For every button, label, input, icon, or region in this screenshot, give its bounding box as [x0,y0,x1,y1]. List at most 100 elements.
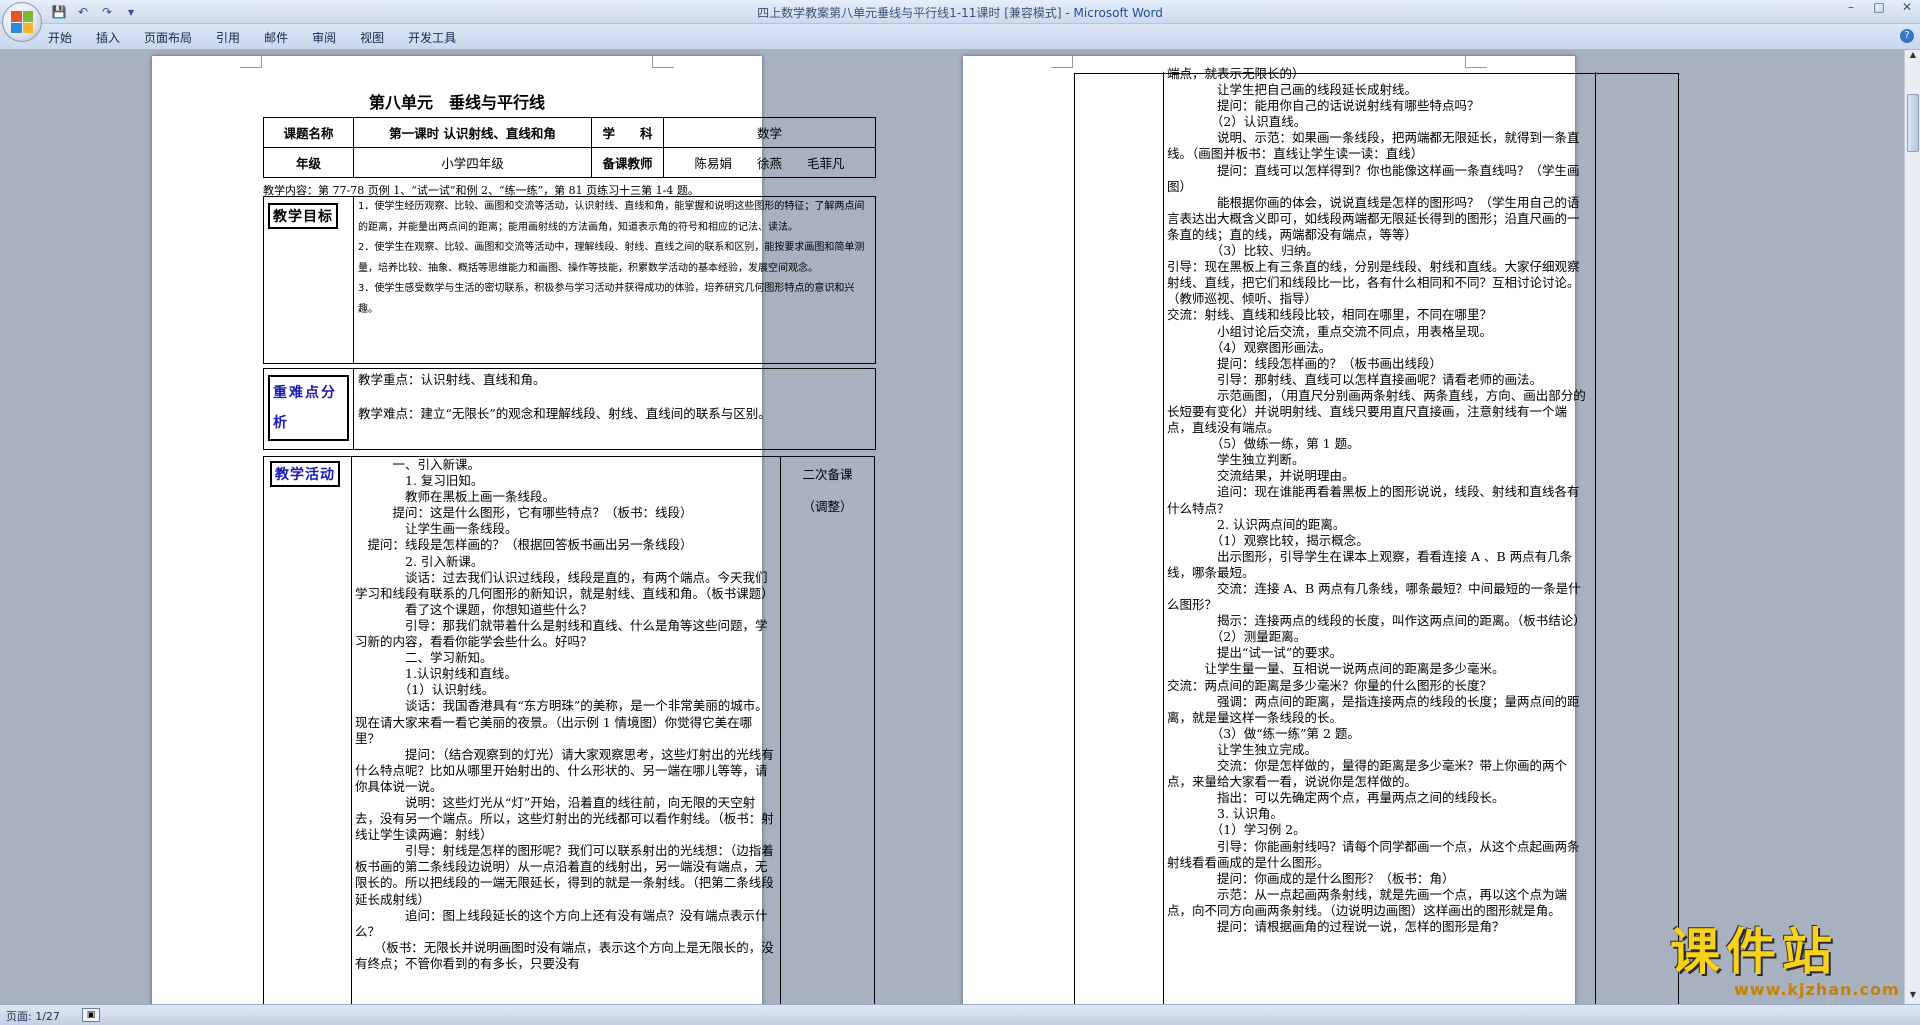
tab-3[interactable]: 引用 [216,29,240,46]
goal-item: 3．使学生感受数学与生活的密切联系，积极参与学习活动并获得成功的体验，培养研究几… [358,283,855,315]
title-separator: - [1061,6,1074,20]
table-divider [1163,72,1164,1004]
tab-0[interactable]: 开始 [48,29,72,46]
paragraph: 提问：（结合观察到的灯光）请大家观察思考，这些灯射出的光线有什么特点呢？比如从哪… [355,746,774,794]
teachers-value[interactable]: 陈易娟 徐燕 毛菲凡 [663,147,876,178]
paragraph: 一、引入新课。 [355,457,481,472]
paragraph: （5）做练一练，第 1 题。 [1167,436,1360,452]
minimize-button[interactable]: – [1842,0,1860,14]
focus-label: 重难点分析 [268,375,349,441]
page-1: 第八单元 垂线与平行线 课题名称 第一课时 认识射线、直线和角 学 科 数学 年… [152,56,876,1004]
grade-value[interactable]: 小学四年级 [353,147,592,178]
title-bar: 💾 ↶ ↷ ▾ 四上数学教案第八单元垂线与平行线1-11课时 [兼容模式] - … [0,0,1920,24]
paragraph: 让学生量一量、互相说一说两点间的距离是多少毫米。 [1167,661,1505,677]
paragraph: 1. 复习旧知。 [355,473,484,489]
window-controls: – □ ✕ [1842,0,1916,14]
paragraph: （2）测量距离。 [1167,629,1307,645]
goal-item: 1．使学生经历观察、比较、画图和交流等活动，认识射线、直线和角，能掌握和说明这些… [358,201,865,233]
office-button[interactable] [2,2,42,42]
focus-key: 教学重点：认识射线、直线和角。 [358,372,546,387]
paragraph: 说明、示范：如果画一条线段，把两端都无限延长，就得到一条直线。（画图并板书：直线… [1167,130,1580,162]
paragraph: 让学生独立完成。 [1167,741,1318,757]
status-bar: 页面: 1/27 ▣ [0,1004,1920,1025]
paragraph: 端点，就表示无限长的） [1167,66,1305,81]
tab-2[interactable]: 页面布局 [144,29,192,46]
lesson-info-table: 课题名称 第一课时 认识射线、直线和角 学 科 数学 年级 小学四年级 备课教师… [263,117,876,178]
focus-difficulty: 教学难点：建立“无限长”的观念和理解线段、射线、直线间的联系与区别。 [358,406,771,421]
activity-table-continued: 端点，就表示无限长的） 让学生把自己画的线段延长成射线。 提问：能用你自己的话说… [1074,66,1679,1004]
paragraph: 3. 认识角。 [1167,806,1283,822]
proofing-icon[interactable]: ▣ [82,1008,100,1022]
scroll-up-icon[interactable]: ▲ [1905,50,1920,64]
goal-item: 2．使学生在观察、比较、画图和交流等活动中，理解线段、射线、直线之间的联系和区别… [358,242,865,274]
activity-text-continued[interactable]: 端点，就表示无限长的） 让学生把自己画的线段延长成射线。 提问：能用你自己的话说… [1165,66,1593,998]
revision-notes[interactable]: 二次备课 （调整） [780,457,874,1004]
paragraph: 1.认识射线和直线。 [355,666,517,682]
goals-text[interactable]: 1．使学生经历观察、比较、画图和交流等活动，认识射线、直线和角，能掌握和说明这些… [354,197,875,363]
tab-5[interactable]: 审阅 [312,29,336,46]
paragraph: 交流：连接 A、B 两点有几条线，哪条最短？中间最短的一条是什么图形？ [1167,581,1581,613]
paragraph: 提问：你画成的是什么图形？（板书：角） [1167,870,1455,886]
paragraph: 示范画图，（用直尺分别画两条射线、两条直线，方向、画出部分的长短要有变化）并说明… [1167,387,1586,436]
paragraph: 提出“试一试”的要求。 [1167,645,1343,661]
teachers-label: 备课教师 [591,147,664,178]
focus-text[interactable]: 教学重点：认识射线、直线和角。 教学难点：建立“无限长”的观念和理解线段、射线、… [354,369,875,449]
close-button[interactable]: ✕ [1898,0,1916,14]
tab-4[interactable]: 邮件 [264,29,288,46]
paragraph: 2. 引入新课。 [355,553,484,569]
paragraph: （板书：无限长并说明画图时没有端点，表示这个方向上是无限长的，没有终点；不管你看… [355,939,774,971]
course-name[interactable]: 第一课时 认识射线、直线和角 [353,117,592,148]
paragraph: 揭示：连接两点的线段的长度，叫作这两点间的距离。（板书结论） [1167,613,1586,629]
paragraph: 引导：你能画射线吗？请每个同学都画一个点，从这个点起画两条射线看看画成的是什么图… [1167,838,1580,870]
paragraph: 指出：可以先确定两个点，再量两点之间的线段长。 [1167,790,1505,806]
paragraph: 说明：这些灯光从“灯”开始，沿着直的线往前，向无限的天空射去，没有另一个端点。所… [355,794,774,843]
paragraph: 看了这个课题，你想知道些什么？ [355,601,593,617]
vertical-scrollbar[interactable]: ▲ ▼ [1904,50,1920,1004]
help-icon[interactable]: ? [1900,29,1914,43]
paragraph: 强调：两点间的距离，是指连接两点的线段的长度；量两点间的距离，就是量这样一条线段… [1167,693,1580,725]
paragraph: （1）认识射线。 [355,682,495,698]
paragraph: 交流结果，并说明理由。 [1167,468,1355,484]
paragraph: 小组讨论后交流，重点交流不同点，用表格呈现。 [1167,323,1493,339]
page-counter[interactable]: 页面: 1/27 [6,1008,60,1024]
subject-label: 学 科 [591,117,664,148]
watermark-url: www.kjzhan.com [1734,980,1900,999]
paragraph: 提问：直线可以怎样得到？你也能像这样画一条直线吗？（学生画图） [1167,162,1580,194]
paragraph: 出示图形，引导学生在课本上观察，看看连接 A 、B 两点有几条线，哪条最短。 [1167,548,1573,580]
page-2: 端点，就表示无限长的） 让学生把自己画的线段延长成射线。 提问：能用你自己的话说… [963,56,1679,1004]
paragraph: 提问：线段是怎样画的？（根据回答板书画出另一条线段） [355,537,693,553]
subject-value[interactable]: 数学 [663,117,876,148]
focus-table: 重难点分析 教学重点：认识射线、直线和角。 教学难点：建立“无限长”的观念和理解… [263,368,876,450]
paragraph: 二、学习新知。 [355,650,493,666]
page-corner-mark [652,56,674,68]
scrollbar-thumb[interactable] [1907,94,1919,152]
tab-7[interactable]: 开发工具 [408,29,456,46]
tab-1[interactable]: 插入 [96,29,120,46]
paragraph: 追问：现在谁能再看着黑板上的图形说说，线段、射线和直线各有什么特点？ [1167,484,1580,516]
paragraph: 2. 认识两点间的距离。 [1167,516,1346,532]
document-name: 四上数学教案第八单元垂线与平行线1-11课时 [兼容模式] [757,6,1062,20]
paragraph: 交流：你是怎样做的，量得的距离是多少毫米？带上你画的两个点，来量给大家看一看，说… [1167,758,1568,790]
tab-list: 开始 插入 页面布局 引用 邮件 审阅 视图 开发工具 [48,29,480,46]
paragraph: 交流：两点间的距离是多少毫米？你量的什么图形的长度？ [1167,677,1493,693]
restore-button[interactable]: □ [1870,0,1888,14]
paragraph: 提问：请根据画角的过程说一说，怎样的图形是角？ [1167,918,1505,934]
paragraph: （3）比较、归纳。 [1167,243,1319,259]
revision-subheading: （调整） [802,499,853,514]
paragraph: 让学生把自己画的线段延长成射线。 [1167,82,1418,98]
paragraph: 能根据你画的体会，说说直线是怎样的图形吗？（学生用自己的语言表达出大概含义即可，… [1167,194,1580,242]
page-corner-mark [240,56,262,68]
paragraph: （4）观察图形画法。 [1167,339,1332,355]
paragraph: 示范：从一点起画两条射线，就是先画一个点，再以这个点为端点，向不同方向画两条射线… [1167,886,1568,918]
document-workspace: 第八单元 垂线与平行线 课题名称 第一课时 认识射线、直线和角 学 科 数学 年… [0,50,1904,1004]
revision-heading: 二次备课 [802,467,853,482]
activity-label-cell: 教学活动 [264,457,352,1004]
paragraph: 引导：那我们就带着什么是射线和直线、什么是角等这些问题，学习新的内容，看看你能学… [355,617,768,650]
paragraph: 提问：线段怎样画的？（板书画出线段） [1167,355,1443,371]
paragraph: 提问：能用你自己的话说说射线有哪些特点吗？ [1167,98,1480,114]
watermark-logo: 课件站 www.kjzhan.com [1670,922,1916,1002]
paragraph: 引导：现在黑板上有三条直的线，分别是线段、射线和直线。大家仔细观察射线、直线，把… [1167,259,1580,307]
paragraph: （1）学习例 2。 [1167,822,1306,838]
activity-text[interactable]: 一、引入新课。 1. 复习旧知。 教师在黑板上画一条线段。 提问：这是什么图形，… [352,457,780,1004]
tab-6[interactable]: 视图 [360,29,384,46]
